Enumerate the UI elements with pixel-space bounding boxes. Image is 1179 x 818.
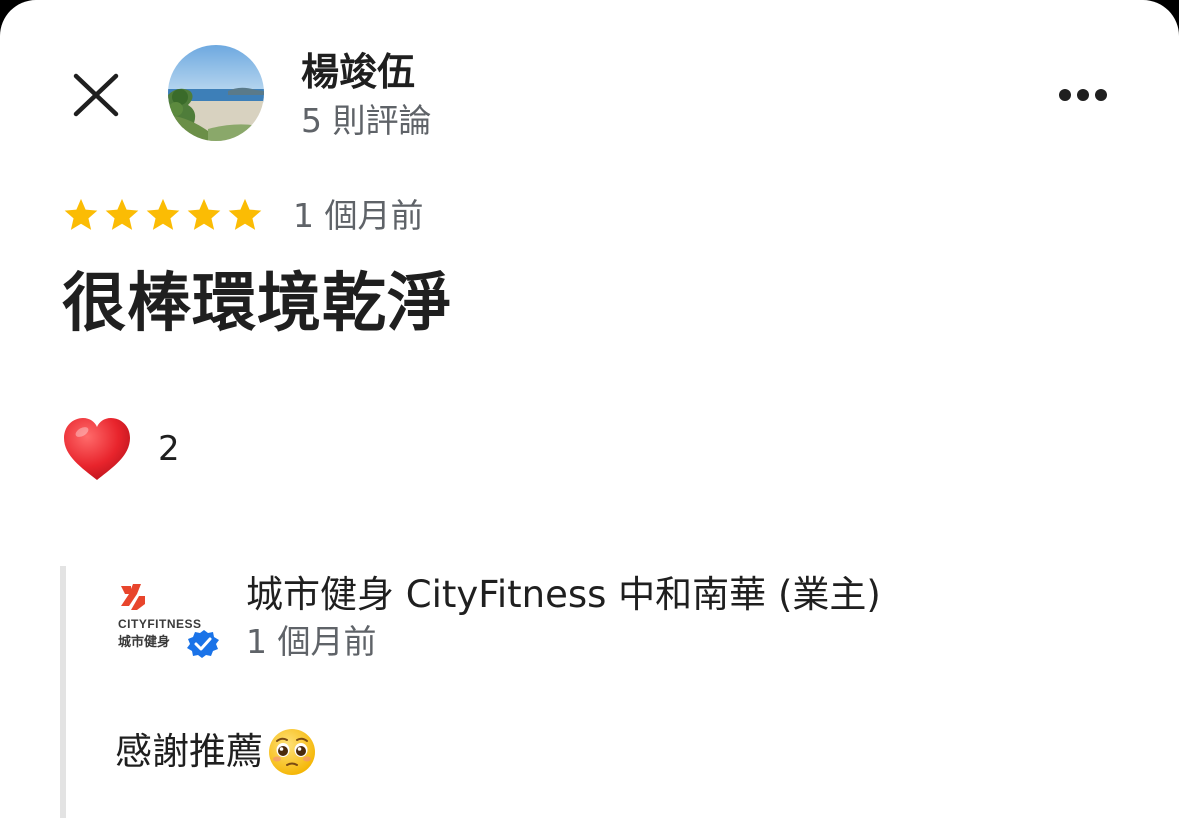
avatar-photo [168,45,264,141]
star-icon [62,196,100,238]
logo-cn-text: 城市健身 [118,634,170,650]
owner-reply-body: 感謝推薦 [115,730,263,773]
more-options-button[interactable] [1052,80,1114,110]
reaction-button[interactable]: 2 [62,414,180,484]
reply-divider [60,566,66,818]
close-icon [73,73,119,117]
star-icon [103,196,141,238]
owner-name[interactable]: 城市健身 CityFitness 中和南華 (業主) [246,572,881,618]
logo-brand-text: CITYFITNESS [118,617,202,631]
pleading-face-icon [269,729,315,775]
author-review-count: 5 則評論 [301,101,432,140]
owner-logo: CITYFITNESS 城市健身 [115,580,225,664]
verified-badge-icon [187,630,219,658]
owner-reply-time: 1 個月前 [246,622,377,661]
more-horizontal-icon [1059,89,1107,101]
heart-icon [64,418,130,480]
author-name[interactable]: 楊竣伍 [301,48,415,96]
review-detail-sheet: 楊竣伍 5 則評論 1 個月前 很棒環境乾淨 2 CITYFITNESS 城市健… [0,0,1179,818]
star-icon [185,196,223,238]
owner-reply-text: 感謝推薦 [115,726,317,778]
avatar[interactable] [168,45,264,141]
star-icon [226,196,264,238]
star-rating [62,196,264,238]
reaction-count: 2 [158,429,180,469]
close-button[interactable] [70,72,122,118]
review-text: 很棒環境乾淨 [62,267,452,341]
review-time: 1 個月前 [293,196,424,235]
star-icon [144,196,182,238]
